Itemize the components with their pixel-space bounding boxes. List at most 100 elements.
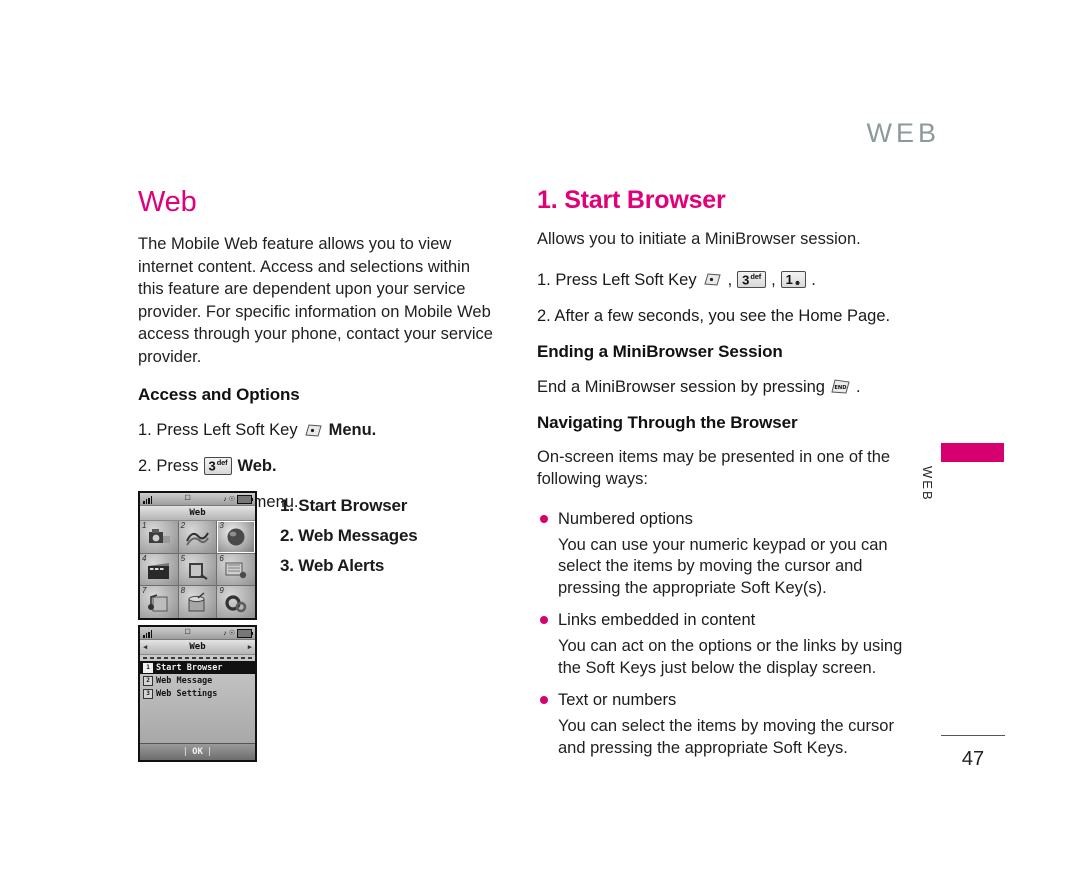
start-browser-intro: Allows you to initiate a MiniBrowser ses…	[537, 230, 861, 248]
bullet-numbered-options: Numbered options	[537, 508, 917, 531]
comma: ,	[727, 270, 733, 289]
key-3-def-icon: 3def	[203, 457, 233, 475]
grid-title: Web	[140, 506, 255, 521]
step-2-text: 2. After a few seconds, you see the Home…	[537, 306, 891, 325]
cell-number: 9	[219, 586, 224, 596]
key-letters: def	[750, 271, 762, 281]
menu-body: 1 Start Browser 2 Web Message 3 Web Sett…	[140, 655, 255, 743]
period: .	[811, 270, 816, 289]
step-2: 2. Press 3def Web.	[138, 454, 498, 478]
step-1-emphasis: Menu.	[328, 421, 377, 439]
step-1-text: Press Left Soft Key	[156, 421, 298, 439]
edge-tab-label: WEB	[920, 466, 935, 502]
menu-item-start-browser[interactable]: 1 Start Browser	[140, 661, 255, 674]
message-icon: ☐	[184, 629, 191, 636]
battery-icon	[237, 628, 253, 638]
submenu-list: 1. Start Browser 2. Web Messages 3. Web …	[280, 491, 495, 581]
menu-title: ◀ Web ▶	[140, 640, 255, 655]
right-column: 1. Start Browser Allows you to initiate …	[537, 186, 917, 769]
key-digit: 1	[785, 272, 793, 287]
step-2-text: Press	[156, 457, 199, 475]
item-label: Web Message	[156, 675, 213, 686]
step-2-emphasis: Web.	[237, 457, 277, 475]
bullet-body: You can use your numeric keypad or you c…	[558, 535, 888, 597]
cell-number: 7	[142, 586, 147, 596]
cell-number: 1	[142, 521, 147, 530]
bullet-label: Links embedded in content	[558, 611, 756, 629]
softkey-ok-label[interactable]: OK	[192, 747, 203, 757]
grid-cell[interactable]: 4	[140, 553, 178, 586]
left-soft-key-icon	[703, 272, 722, 287]
alarm-icon: ☉	[228, 629, 235, 637]
subheading-access-and-options: Access and Options	[138, 385, 300, 404]
item-number: 1	[143, 662, 153, 673]
key-3-def-icon: 3def	[737, 270, 767, 289]
grid-cell-selected[interactable]: 3	[217, 521, 255, 553]
grid-cell[interactable]: 5	[178, 553, 217, 586]
submenu-item-0: 1. Start Browser	[280, 496, 408, 515]
bullet-dot-icon	[540, 514, 548, 523]
cell-number: 6	[219, 553, 224, 563]
left-soft-key-icon	[304, 423, 323, 438]
section-title-start-browser: 1. Start Browser	[537, 186, 726, 214]
prev-arrow-icon[interactable]: ◀	[143, 640, 147, 654]
grid-cell[interactable]: 1	[140, 521, 178, 553]
bullet-body: You can act on the options or the links …	[558, 637, 903, 677]
cell-number: 5	[180, 553, 186, 563]
item-label: Web Settings	[156, 688, 218, 699]
step-2-number: 2.	[138, 457, 152, 475]
item-number: 3	[143, 688, 153, 699]
battery-icon	[237, 494, 253, 504]
menu-item-web-settings[interactable]: 3 Web Settings	[140, 687, 255, 700]
phone-screenshot-menu-list: ☐ ♪ ☉ ◀ Web ▶ 1 Start Browser 2 Web Mess…	[138, 625, 257, 762]
edge-tab-marker	[941, 443, 1004, 462]
item-label: Start Browser	[156, 662, 223, 673]
voicemail-glyph-icon: ☻	[793, 280, 802, 287]
subheading-ending-session: Ending a MiniBrowser Session	[537, 341, 783, 361]
running-head: WEB	[866, 118, 940, 148]
divider: |	[182, 747, 189, 757]
status-bar: ☐ ♪ ☉	[140, 493, 255, 506]
key-letters: def	[216, 458, 228, 468]
next-arrow-icon[interactable]: ▶	[248, 640, 252, 654]
grid-cell[interactable]: 2	[178, 521, 217, 553]
bullet-links-embedded: Links embedded in content	[537, 609, 917, 632]
status-right-icons: ♪ ☉	[223, 628, 253, 638]
grid-cell[interactable]: 7	[140, 586, 178, 618]
page-title: Web	[138, 186, 197, 218]
status-bar: ☐ ♪ ☉	[140, 627, 255, 640]
start-browser-step-2: 2. After a few seconds, you see the Home…	[537, 304, 917, 328]
svg-text:END: END	[834, 385, 847, 391]
key-1-sym-icon: 1☻	[780, 271, 807, 288]
key-digit: 3	[208, 458, 216, 474]
left-column: Web The Mobile Web feature allows you to…	[138, 186, 498, 575]
page-number: 47	[961, 748, 985, 770]
grid-cell[interactable]: 8	[178, 586, 217, 618]
softkey-bar: | OK |	[140, 743, 255, 760]
navigating-intro: On-screen items may be presented in one …	[537, 447, 891, 489]
message-icon: ☐	[184, 495, 191, 502]
bullet-text-or-numbers: Text or numbers	[537, 689, 917, 712]
cell-number: 2	[180, 521, 186, 530]
bullet-label: Text or numbers	[558, 691, 677, 709]
menu-title-text: Web	[189, 642, 206, 652]
bullet-dot-icon	[540, 696, 548, 704]
step-1: 1. Press Left Soft Key Menu.	[138, 418, 498, 442]
grid-cell[interactable]: 9	[217, 586, 255, 618]
period: .	[855, 377, 861, 396]
bullet-body: You can select the items by moving the c…	[558, 717, 894, 757]
comma: ,	[771, 270, 776, 289]
end-key-icon: END	[830, 378, 851, 395]
start-browser-step-1: 1. Press Left Soft Key , 3def , 1☻ .	[537, 268, 917, 292]
ending-text: End a MiniBrowser session by pressing	[537, 377, 825, 396]
submenu-item-2: 3. Web Alerts	[280, 556, 385, 575]
key-digit: 3	[742, 272, 750, 288]
grid-cell[interactable]: 6	[217, 553, 255, 586]
ending-session-instruction: End a MiniBrowser session by pressing EN…	[537, 375, 917, 399]
bullet-label: Numbered options	[558, 509, 693, 528]
cell-number: 8	[180, 586, 186, 596]
cell-number: 4	[142, 553, 147, 563]
menu-item-web-message[interactable]: 2 Web Message	[140, 674, 255, 687]
bullet-dot-icon	[540, 616, 548, 624]
menu-icon-grid: 1 2 3 4 5 6 7 8 9	[140, 521, 255, 618]
